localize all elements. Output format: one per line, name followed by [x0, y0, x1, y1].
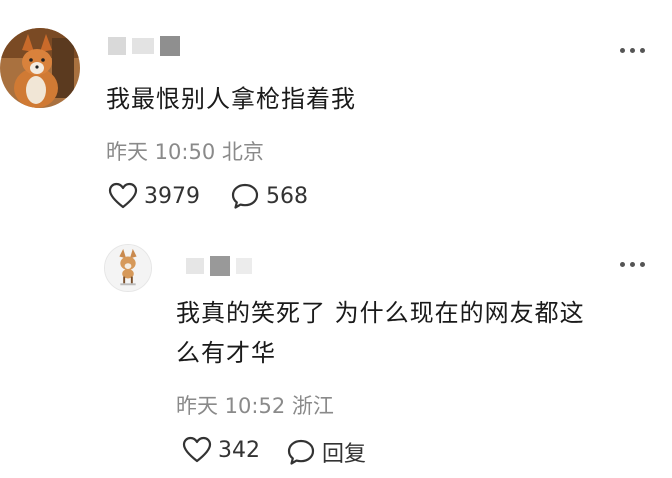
comment-text: 我最恨别人拿枪指着我 — [106, 85, 356, 113]
dog-avatar-icon — [105, 245, 151, 291]
comment-username-blurred — [108, 36, 180, 56]
comment-meta: 昨天 10:50 北京 — [106, 136, 264, 166]
reply-avatar[interactable] — [104, 244, 152, 292]
reply-more-button[interactable] — [620, 262, 645, 267]
comment-avatar[interactable] — [0, 28, 80, 108]
speech-bubble-icon — [231, 183, 259, 209]
reply-reply-label: 回复 — [322, 442, 367, 467]
heart-icon — [182, 436, 212, 463]
more-dot — [630, 262, 635, 267]
comment-location: 北京 — [221, 140, 264, 164]
comment-like-button[interactable]: 3979 — [108, 182, 200, 210]
reply-like-count: 342 — [218, 437, 260, 463]
comment-reply-count: 568 — [266, 183, 308, 209]
comment-more-button[interactable] — [620, 48, 645, 53]
more-dot — [640, 262, 645, 267]
reply-location: 浙江 — [291, 394, 334, 418]
comment-like-count: 3979 — [144, 183, 200, 209]
reply-text-line1: 我真的笑死了 为什么现在的网友都这 — [176, 299, 585, 327]
more-dot — [620, 262, 625, 267]
comment-reply-button[interactable]: 568 — [230, 182, 308, 210]
reply-reply-button[interactable]: 回复 — [286, 436, 366, 468]
more-dot — [640, 48, 645, 53]
reply-text-line2: 么有才华 — [176, 339, 276, 367]
reply-like-button[interactable]: 342 — [182, 436, 260, 464]
reply-time: 昨天 10:52 — [176, 394, 286, 418]
more-dot — [630, 48, 635, 53]
comment-time: 昨天 10:50 — [106, 140, 216, 164]
reply-username-blurred — [186, 256, 252, 276]
speech-bubble-icon — [287, 439, 315, 465]
fox-avatar-icon — [0, 28, 80, 108]
reply-meta: 昨天 10:52 浙江 — [176, 390, 334, 420]
more-dot — [620, 48, 625, 53]
heart-icon — [108, 182, 138, 209]
